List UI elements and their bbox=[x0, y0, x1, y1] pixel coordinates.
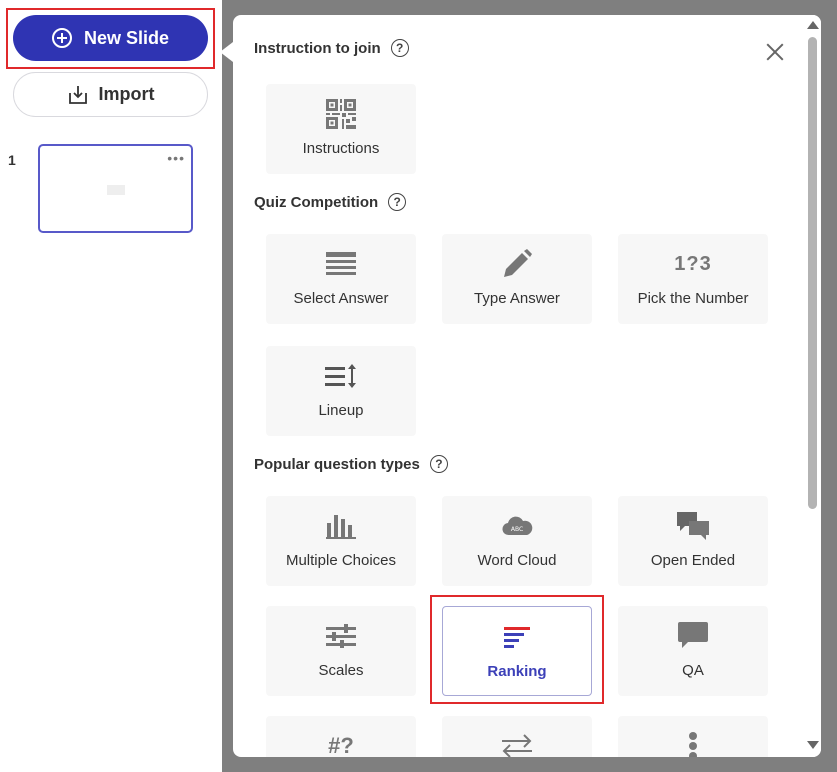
import-icon bbox=[68, 85, 87, 104]
vertical-dots-icon bbox=[689, 732, 697, 757]
card-label: QA bbox=[682, 662, 704, 679]
slide-type-picker: Instruction to join ? Instructions Quiz … bbox=[233, 15, 821, 757]
card-lineup[interactable]: Lineup bbox=[266, 346, 416, 436]
new-slide-button[interactable]: New Slide bbox=[13, 15, 208, 61]
more-options-icon[interactable]: ••• bbox=[167, 151, 185, 165]
card-open-ended[interactable]: Open Ended bbox=[618, 496, 768, 586]
close-icon[interactable] bbox=[764, 41, 786, 63]
card-word-cloud[interactable]: ABC Word Cloud bbox=[442, 496, 592, 586]
sidebar: New Slide Import 1 ••• bbox=[0, 0, 222, 772]
card-multiple-choices[interactable]: Multiple Choices bbox=[266, 496, 416, 586]
section-title-quiz: Quiz Competition ? bbox=[254, 193, 407, 211]
help-icon[interactable]: ? bbox=[390, 39, 409, 57]
plus-circle-icon bbox=[51, 28, 72, 48]
import-button[interactable]: Import bbox=[13, 72, 208, 117]
card-label: Select Answer bbox=[293, 290, 389, 307]
section-title-text: Popular question types bbox=[254, 455, 420, 473]
pencil-icon bbox=[504, 249, 532, 277]
card-type-answer[interactable]: Type Answer bbox=[442, 234, 592, 324]
section-title-text: Instruction to join bbox=[254, 39, 381, 57]
help-icon[interactable]: ? bbox=[429, 455, 448, 473]
modal-scrollbar[interactable] bbox=[804, 15, 821, 757]
help-icon[interactable]: ? bbox=[388, 193, 407, 211]
scroll-down-icon[interactable] bbox=[807, 741, 819, 749]
card-swap[interactable] bbox=[442, 716, 592, 757]
qr-code-icon bbox=[326, 99, 356, 129]
number-icon: 1?3 bbox=[674, 252, 712, 275]
card-pick-the-number[interactable]: 1?3 Pick the Number bbox=[618, 234, 768, 324]
swap-arrows-icon bbox=[502, 734, 532, 757]
cloud-icon: ABC bbox=[502, 516, 533, 536]
card-select-answer[interactable]: Select Answer bbox=[266, 234, 416, 324]
speech-bubble-icon bbox=[678, 622, 708, 648]
lineup-icon bbox=[325, 364, 356, 388]
card-instructions[interactable]: Instructions bbox=[266, 84, 416, 174]
card-label: Instructions bbox=[302, 140, 380, 157]
scroll-thumb[interactable] bbox=[808, 37, 817, 509]
scroll-up-icon[interactable] bbox=[807, 21, 819, 29]
bar-chart-icon bbox=[326, 515, 356, 539]
ranking-highlight-box bbox=[430, 595, 604, 704]
card-label: Multiple Choices bbox=[285, 552, 397, 569]
card-label: Type Answer bbox=[474, 290, 560, 307]
card-label: Pick the Number bbox=[637, 290, 749, 307]
card-label: Open Ended bbox=[650, 552, 736, 569]
card-hash-question[interactable]: #? bbox=[266, 716, 416, 757]
card-scales[interactable]: Scales bbox=[266, 606, 416, 696]
hash-question-icon: #? bbox=[328, 733, 354, 757]
list-lines-icon bbox=[326, 252, 356, 275]
chat-bubbles-icon bbox=[677, 512, 709, 540]
slide-number: 1 bbox=[8, 152, 16, 168]
popover-pointer bbox=[220, 42, 233, 62]
card-label: Word Cloud bbox=[477, 552, 557, 569]
card-qa[interactable]: QA bbox=[618, 606, 768, 696]
section-title-text: Quiz Competition bbox=[254, 193, 379, 211]
card-more[interactable] bbox=[618, 716, 768, 757]
import-label: Import bbox=[98, 84, 155, 104]
cloud-icon-text: ABC bbox=[511, 526, 523, 533]
sliders-icon bbox=[326, 624, 356, 648]
card-label: Scales bbox=[318, 662, 364, 679]
slide-placeholder bbox=[107, 185, 125, 195]
section-title-instruction: Instruction to join ? bbox=[254, 39, 409, 57]
slide-thumbnail[interactable]: ••• bbox=[38, 144, 193, 233]
card-label: Lineup bbox=[318, 402, 364, 419]
new-slide-label: New Slide bbox=[83, 27, 170, 48]
section-title-popular: Popular question types ? bbox=[254, 455, 448, 473]
